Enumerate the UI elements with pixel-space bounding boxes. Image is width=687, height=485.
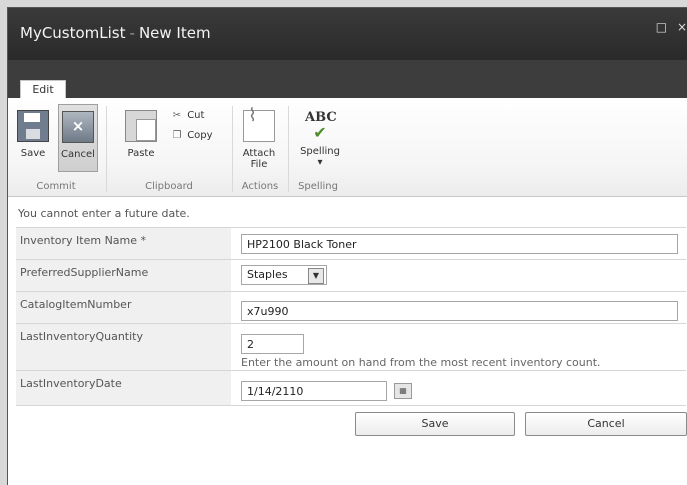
ribbon-cancel-label: Cancel	[61, 149, 95, 160]
dialog-title: MyCustomList - New Item	[20, 24, 211, 42]
ribbon-divider	[106, 106, 107, 192]
ribbon-attach-file-button[interactable]: ⌇ Attach File	[240, 104, 278, 170]
form-row-quantity: LastInventoryQuantity 2 Enter the amount…	[16, 323, 686, 371]
ribbon-copy-button[interactable]: ❐ Copy	[170, 128, 213, 144]
label-cell: LastInventoryDate	[16, 371, 231, 405]
field-label: Inventory Item Name *	[20, 234, 147, 247]
ribbon-cut-button[interactable]: ✂ Cut	[170, 108, 205, 124]
spelling-icon: ABC ✔	[305, 110, 337, 142]
ribbon-paste-button[interactable]: Paste	[122, 104, 160, 170]
ribbon: Save × Cancel Commit Paste ✂ Cut ❐ Copy	[8, 98, 687, 197]
field-label: LastInventoryQuantity	[20, 330, 143, 343]
catalog-number-input[interactable]: x7u990	[241, 301, 678, 321]
ribbon-spelling-label: Spelling	[300, 146, 340, 157]
label-cell: PreferredSupplierName	[16, 260, 231, 292]
list-name: MyCustomList	[20, 24, 126, 42]
copy-icon: ❐	[172, 130, 182, 141]
cancel-icon: ×	[62, 111, 94, 143]
group-label-actions: Actions	[241, 181, 279, 192]
window-controls: □ ×	[650, 20, 687, 34]
checkmark-icon: ✔	[313, 123, 327, 142]
title-separator: -	[129, 24, 135, 42]
ribbon-divider	[288, 106, 289, 192]
supplier-select[interactable]: Staples ▼	[241, 265, 327, 285]
label-cell: CatalogItemNumber	[16, 292, 231, 324]
ribbon-cut-label: Cut	[187, 110, 205, 121]
ribbon-spelling-button[interactable]: ABC ✔ Spelling ▾	[298, 104, 342, 170]
form-row-supplier: PreferredSupplierName Staples ▼	[16, 259, 686, 292]
field-label: LastInventoryDate	[20, 377, 122, 390]
chevron-down-icon: ▼	[308, 268, 324, 284]
calendar-icon[interactable]: ▦	[394, 383, 412, 399]
ribbon-attach-label-1: Attach	[242, 148, 276, 159]
field-label: CatalogItemNumber	[20, 298, 132, 311]
ribbon-attach-label-2: File	[250, 159, 268, 170]
chevron-down-icon: ▾	[317, 157, 323, 168]
quantity-input[interactable]: 2	[241, 334, 304, 354]
ribbon-group-clipboard: Paste ✂ Cut ❐ Copy Clipboard	[108, 98, 230, 196]
paperclip-icon: ⌇	[243, 105, 275, 142]
ribbon-save-button[interactable]: Save	[14, 104, 52, 170]
form-row-item-name: Inventory Item Name * HP2100 Black Toner	[16, 227, 686, 260]
ribbon-group-spelling: ABC ✔ Spelling ▾ Spelling	[290, 98, 346, 196]
ribbon-divider	[232, 106, 233, 192]
paste-icon	[125, 110, 157, 142]
label-cell: LastInventoryQuantity	[16, 324, 231, 371]
date-input[interactable]: 1/14/2110	[241, 381, 387, 401]
tab-edit[interactable]: Edit	[20, 80, 66, 99]
close-icon[interactable]: ×	[677, 20, 687, 34]
supplier-select-value: Staples	[247, 268, 288, 281]
group-label-commit: Commit	[36, 181, 76, 192]
label-cell: Inventory Item Name *	[16, 228, 231, 260]
quantity-hint: Enter the amount on hand from the most r…	[241, 356, 601, 369]
save-button[interactable]: Save	[355, 412, 515, 436]
dialog-titlebar: MyCustomList - New Item □ ×	[8, 8, 687, 60]
validation-message: You cannot enter a future date.	[18, 207, 190, 220]
ribbon-copy-label: Copy	[187, 130, 213, 141]
save-icon	[17, 110, 49, 142]
group-label-spelling: Spelling	[298, 181, 338, 192]
ribbon-tabstrip: Edit	[8, 60, 687, 99]
form-row-catalog: CatalogItemNumber x7u990	[16, 291, 686, 324]
field-label: PreferredSupplierName	[20, 266, 149, 279]
ribbon-group-commit: Save × Cancel Commit	[8, 98, 104, 196]
dialog-window: MyCustomList - New Item □ × Edit Save × Ca…	[8, 8, 687, 485]
ribbon-paste-label: Paste	[127, 148, 155, 159]
ribbon-save-label: Save	[20, 148, 46, 159]
form-row-date: LastInventoryDate 1/14/2110 ▦	[16, 370, 686, 406]
ribbon-group-actions: ⌇ Attach File Actions	[234, 98, 286, 196]
form-name: New Item	[138, 24, 211, 42]
ribbon-cancel-button[interactable]: × Cancel	[58, 104, 98, 172]
maximize-icon[interactable]: □	[656, 20, 667, 34]
item-name-input[interactable]: HP2100 Black Toner	[241, 234, 678, 254]
cancel-button[interactable]: Cancel	[525, 412, 687, 436]
scissors-icon: ✂	[172, 110, 182, 121]
group-label-clipboard: Clipboard	[145, 181, 193, 192]
